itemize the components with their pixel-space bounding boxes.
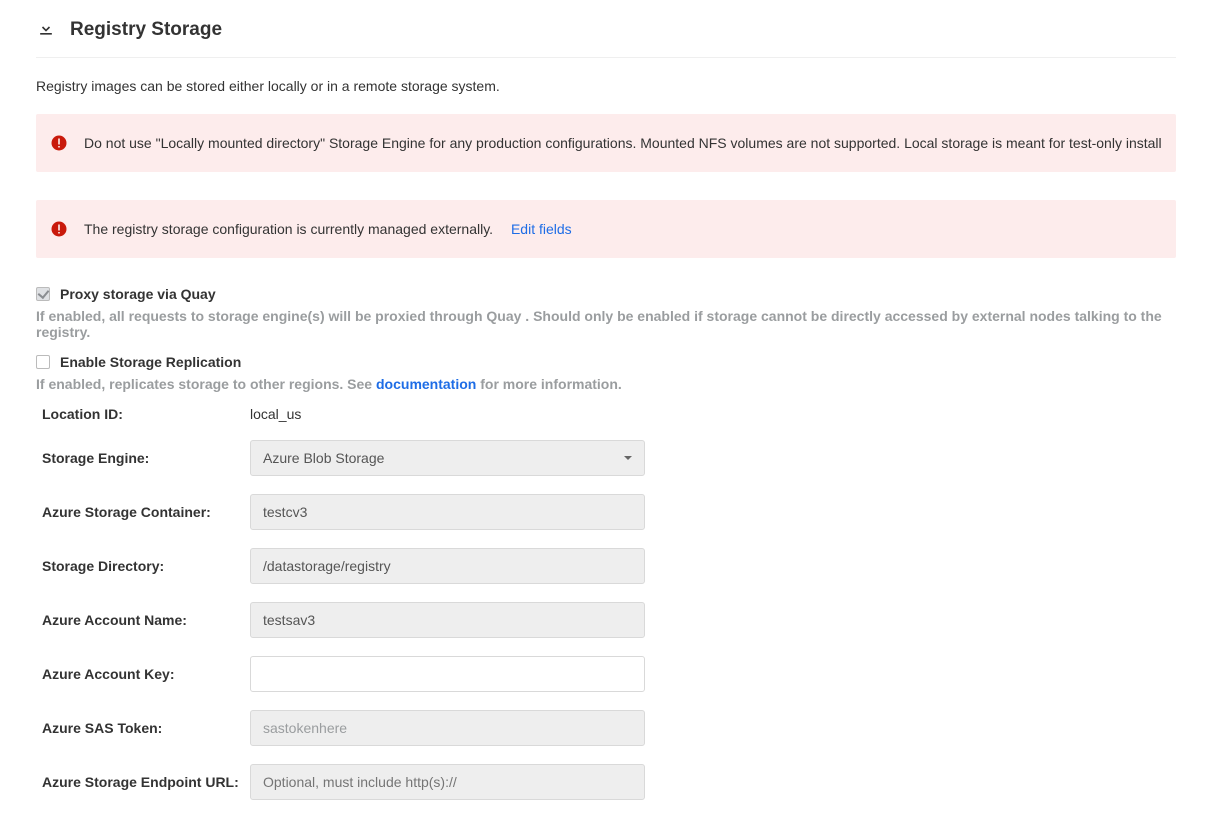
azure-endpoint-label: Azure Storage Endpoint URL: xyxy=(42,774,250,790)
storage-engine-select[interactable]: Azure Blob Storage xyxy=(250,440,645,476)
storage-replication-row: Enable Storage Replication xyxy=(36,354,1176,370)
documentation-link[interactable]: documentation xyxy=(376,376,476,392)
azure-container-label: Azure Storage Container: xyxy=(42,504,250,520)
exclamation-circle-icon xyxy=(50,220,68,238)
proxy-storage-row: Proxy storage via Quay xyxy=(36,286,1176,302)
storage-replication-checkbox[interactable] xyxy=(36,355,50,369)
storage-engine-label: Storage Engine: xyxy=(42,450,250,466)
alert-managed-externally: The registry storage configuration is cu… xyxy=(36,200,1176,258)
azure-container-input[interactable] xyxy=(250,494,645,530)
alert-text: Do not use "Locally mounted directory" S… xyxy=(84,135,1162,151)
section-header: Registry Storage xyxy=(36,18,1176,58)
edit-fields-link[interactable]: Edit fields xyxy=(511,221,572,237)
exclamation-circle-icon xyxy=(50,134,68,152)
section-title: Registry Storage xyxy=(70,19,222,41)
storage-replication-help: If enabled, replicates storage to other … xyxy=(36,376,1176,392)
storage-replication-label: Enable Storage Replication xyxy=(60,354,241,370)
proxy-storage-checkbox[interactable] xyxy=(36,287,50,301)
proxy-storage-label: Proxy storage via Quay xyxy=(60,286,216,302)
azure-account-key-label: Azure Account Key: xyxy=(42,666,250,682)
storage-directory-label: Storage Directory: xyxy=(42,558,250,574)
location-id-label: Location ID: xyxy=(42,406,250,422)
azure-sas-token-input[interactable] xyxy=(250,710,645,746)
alert-managed-text: The registry storage configuration is cu… xyxy=(84,221,493,237)
azure-endpoint-input[interactable] xyxy=(250,764,645,800)
azure-account-name-label: Azure Account Name: xyxy=(42,612,250,628)
download-icon xyxy=(36,18,56,41)
azure-account-key-input[interactable] xyxy=(250,656,645,692)
location-id-value: local_us xyxy=(250,406,301,422)
storage-directory-input[interactable] xyxy=(250,548,645,584)
azure-account-name-input[interactable] xyxy=(250,602,645,638)
proxy-storage-help: If enabled, all requests to storage engi… xyxy=(36,308,1176,340)
section-intro: Registry images can be stored either loc… xyxy=(36,78,1176,94)
azure-sas-token-label: Azure SAS Token: xyxy=(42,720,250,736)
alert-local-storage-warning: Do not use "Locally mounted directory" S… xyxy=(36,114,1176,172)
